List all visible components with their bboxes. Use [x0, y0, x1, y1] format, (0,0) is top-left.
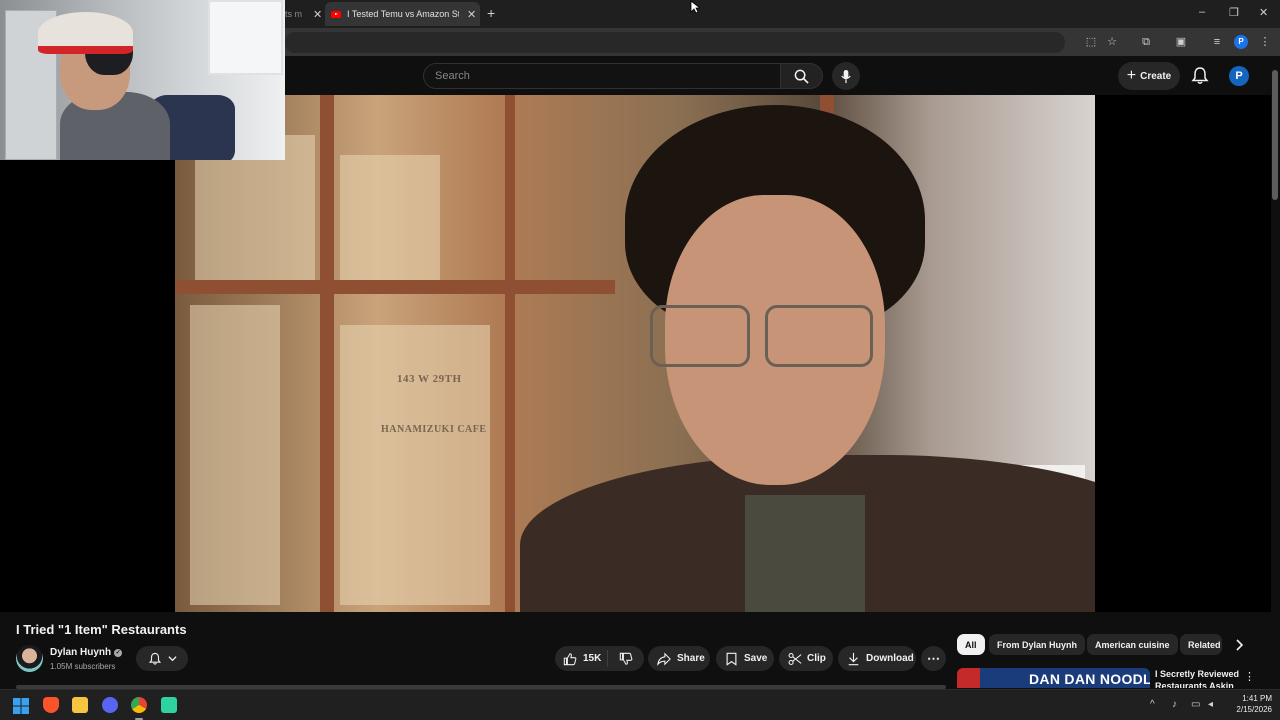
- clip-button[interactable]: Clip: [779, 646, 833, 671]
- browser-profile-icon[interactable]: P: [1234, 35, 1248, 49]
- download-icon: [848, 652, 859, 665]
- like-count: 15K: [583, 653, 602, 664]
- download-button[interactable]: Download: [838, 646, 916, 671]
- verified-check-icon: ✓: [114, 648, 123, 657]
- webcam-window: [208, 0, 283, 75]
- microphone-icon: [841, 69, 851, 83]
- chatgpt-app-icon[interactable]: [161, 697, 177, 713]
- network-icon[interactable]: ▭: [1191, 699, 1200, 710]
- plus-icon: +: [1126, 67, 1137, 84]
- bookmark-star-icon[interactable]: ☆: [1104, 34, 1120, 50]
- video-player[interactable]: 143 W 29TH HANAMIZUKI CAFE: [175, 95, 1095, 612]
- chevron-right-icon: [1235, 638, 1243, 651]
- chip-from-channel[interactable]: From Dylan Huynh: [989, 634, 1086, 655]
- create-label: Create: [1140, 70, 1172, 82]
- clock-date: 2/15/2026: [1236, 705, 1272, 714]
- glasses: [650, 305, 750, 367]
- share-label: Share: [677, 653, 705, 664]
- tab-title: I Tested Temu vs Amazon Steal: [347, 9, 459, 19]
- clock-time: 1:41 PM: [1242, 694, 1272, 703]
- browser-tab[interactable]: ts m ✕: [285, 2, 325, 26]
- bookmark-icon: [726, 652, 737, 666]
- bell-icon: [148, 652, 161, 665]
- media-controls-icon[interactable]: ≡: [1209, 34, 1225, 50]
- file-explorer-icon[interactable]: [72, 697, 88, 713]
- like-button[interactable]: 15K: [555, 650, 608, 667]
- tray-overflow-icon[interactable]: ^: [1150, 699, 1155, 710]
- account-avatar[interactable]: P: [1229, 66, 1249, 86]
- storefront-address: 143 W 29TH: [397, 373, 462, 385]
- taskbar-clock[interactable]: 1:41 PM 2/15/2026: [1226, 693, 1272, 715]
- channel-name-row[interactable]: Dylan Huynh ✓: [50, 647, 123, 658]
- save-button[interactable]: Save: [716, 646, 774, 671]
- storefront-window: [340, 155, 440, 285]
- voice-search-button[interactable]: [832, 62, 860, 90]
- scissors-icon: [788, 652, 802, 665]
- windows-taskbar: ^ ♪ ▭ ◂: [0, 689, 1280, 720]
- video-title: I Tried "1 Item" Restaurants: [16, 622, 187, 637]
- chip-all[interactable]: All: [957, 634, 985, 655]
- search-icon: [794, 69, 809, 84]
- chip-related[interactable]: Related: [1180, 634, 1222, 655]
- recommended-video-title[interactable]: I Secretly Reviewed Restaurants Askin: [1155, 668, 1241, 688]
- clip-label: Clip: [807, 653, 826, 664]
- person-shirt: [745, 495, 865, 612]
- close-window-button[interactable]: ✕: [1259, 6, 1268, 19]
- subscriber-count: 1.05M subscribers: [50, 662, 116, 671]
- thumbs-up-icon: [563, 652, 577, 665]
- dislike-button[interactable]: [608, 652, 644, 666]
- search-input[interactable]: [435, 70, 735, 82]
- browser-tab-active[interactable]: I Tested Temu vs Amazon Steal ✕: [325, 2, 480, 26]
- brave-browser-icon[interactable]: [43, 697, 59, 713]
- install-app-icon[interactable]: ⬚: [1083, 34, 1099, 50]
- minimize-button[interactable]: –: [1199, 6, 1205, 18]
- download-label: Download: [866, 653, 914, 664]
- glasses: [765, 305, 873, 367]
- chrome-icon[interactable]: [131, 697, 147, 713]
- more-actions-button[interactable]: ⋯: [921, 646, 946, 671]
- new-tab-button[interactable]: +: [487, 5, 495, 21]
- recommended-video-menu-icon[interactable]: ⋮: [1244, 670, 1255, 683]
- windows-start-icon[interactable]: [13, 698, 29, 714]
- storefront-window: [190, 305, 280, 605]
- like-dislike-group: 15K: [555, 646, 644, 671]
- storefront-window: [340, 325, 490, 605]
- close-tab-icon[interactable]: ✕: [467, 8, 476, 21]
- youtube-favicon-icon: [331, 10, 341, 18]
- notifications-bell-icon[interactable]: [1190, 66, 1210, 86]
- storefront-name: HANAMIZUKI CAFE: [381, 424, 487, 435]
- mouse-cursor-icon: [690, 0, 700, 14]
- window-frame: [505, 95, 515, 612]
- scrollbar-thumb[interactable]: [1272, 70, 1278, 200]
- volume-icon[interactable]: ◂: [1208, 699, 1213, 710]
- address-bar[interactable]: [285, 32, 1065, 53]
- notification-settings-button[interactable]: [136, 646, 188, 671]
- close-tab-icon[interactable]: ✕: [313, 8, 322, 21]
- tab-title: ts m: [285, 9, 302, 19]
- webcam-cap: [38, 12, 133, 54]
- discord-icon[interactable]: [102, 697, 118, 713]
- webcam-overlay: [0, 0, 285, 160]
- chevron-down-icon: [167, 656, 177, 662]
- thumbs-down-icon: [619, 652, 633, 665]
- channel-name: Dylan Huynh: [50, 647, 112, 658]
- microphone-tray-icon[interactable]: ♪: [1172, 699, 1177, 710]
- window-frame: [320, 95, 334, 612]
- recommended-video-thumbnail[interactable]: DAN DAN NOODLES: [957, 668, 1150, 688]
- channel-avatar[interactable]: [16, 645, 43, 672]
- chip-american-cuisine[interactable]: American cuisine: [1087, 634, 1178, 655]
- chips-next-button[interactable]: [1228, 634, 1249, 655]
- window-frame: [175, 280, 615, 294]
- extensions-icon[interactable]: ⧉: [1138, 34, 1154, 50]
- search-button[interactable]: [781, 63, 823, 89]
- thumbnail-text: DAN DAN NOODLES: [1029, 671, 1150, 687]
- search-box[interactable]: [423, 63, 781, 89]
- sidebar-icon[interactable]: ▣: [1173, 34, 1189, 50]
- create-button[interactable]: + Create: [1118, 62, 1180, 90]
- save-label: Save: [744, 653, 768, 664]
- share-button[interactable]: Share: [648, 646, 710, 671]
- browser-menu-icon[interactable]: ⋮: [1257, 34, 1273, 50]
- share-arrow-icon: [657, 651, 671, 666]
- restore-button[interactable]: ❐: [1229, 6, 1239, 19]
